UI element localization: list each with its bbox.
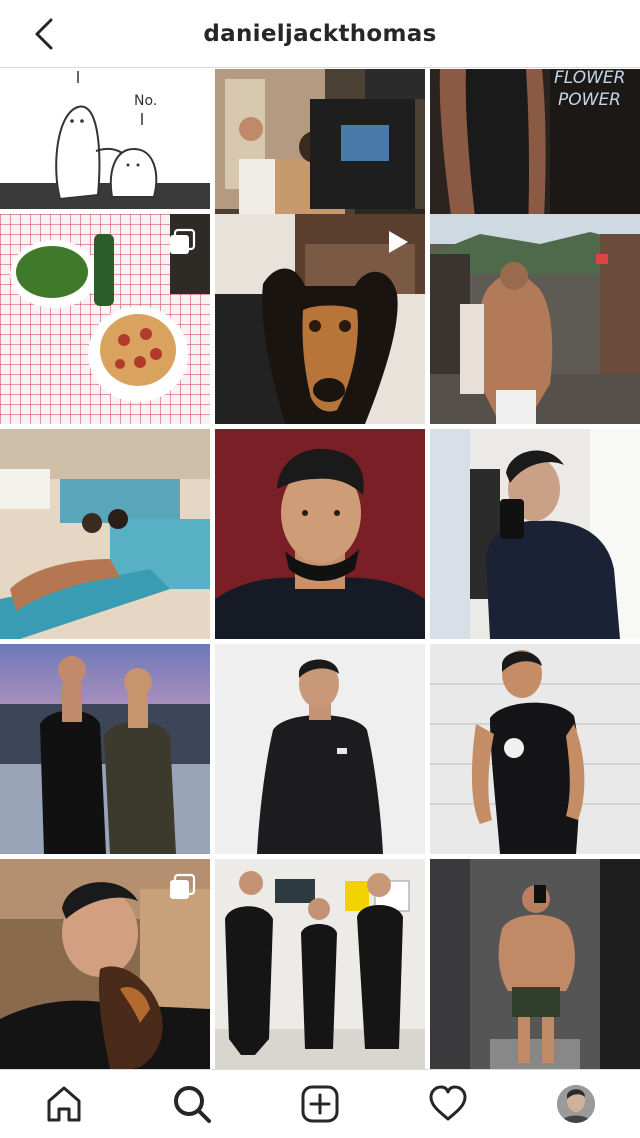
chevron-left-icon [35,18,53,50]
post-image [0,429,210,639]
avatar [557,1085,595,1123]
post-image [215,644,425,854]
carousel-icon [170,873,196,899]
post-image [430,429,640,639]
post-tile[interactable] [430,859,640,1069]
post-tile[interactable] [0,214,210,424]
plus-square-icon [301,1085,339,1123]
search-icon [174,1086,211,1123]
profile-username: danieljackthomas [203,20,437,47]
tab-home[interactable] [32,1072,96,1136]
post-image [430,644,640,854]
heart-icon [429,1085,467,1121]
post-image [215,859,425,1069]
tab-search[interactable] [160,1072,224,1136]
post-tile[interactable] [0,429,210,639]
tab-new-post[interactable] [288,1072,352,1136]
post-tile[interactable] [430,644,640,854]
post-image [0,644,210,854]
post-tile[interactable] [215,859,425,1069]
video-icon [389,231,408,253]
tab-profile[interactable] [544,1072,608,1136]
post-image [430,859,640,1069]
home-icon [47,1086,81,1122]
back-button[interactable] [24,14,64,54]
cartoon-caption: No. [134,93,157,109]
top-bar: danieljackthomas [0,0,640,68]
posts-grid: No. FLOWER POWER [0,69,640,1069]
post-tile[interactable] [0,644,210,854]
tab-activity[interactable] [416,1072,480,1136]
post-image [430,214,640,424]
post-tile[interactable] [430,429,640,639]
svg-text:FLOWER POWER: FLOWER POWER [554,69,631,110]
post-tile[interactable] [0,859,210,1069]
post-tile[interactable] [430,214,640,424]
post-tile[interactable] [215,429,425,639]
post-tile[interactable] [215,644,425,854]
post-image [215,429,425,639]
carousel-icon [170,228,196,254]
bottom-tab-bar [0,1069,640,1138]
post-tile[interactable] [215,214,425,424]
